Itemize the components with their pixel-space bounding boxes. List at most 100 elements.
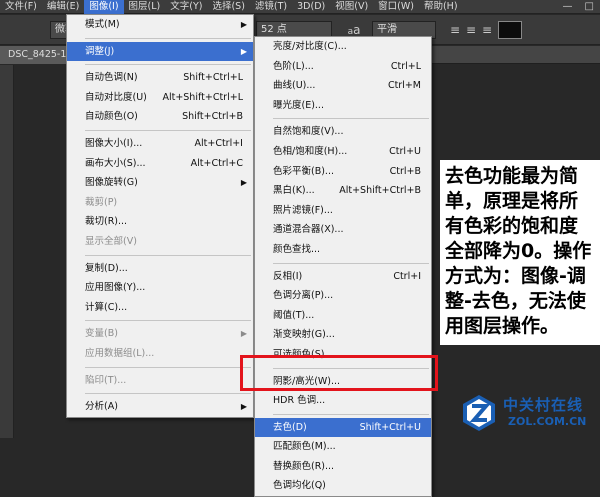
menu-item: 变量(B) ▶ xyxy=(67,324,253,344)
menu-item-shortcut: Ctrl+L xyxy=(390,60,421,72)
menu-item[interactable]: 模式(M) ▶ xyxy=(67,15,253,35)
menu-item-shortcut: Ctrl+I xyxy=(393,270,421,282)
submenu-arrow-icon: ▶ xyxy=(240,329,247,339)
menu-0[interactable]: 文件(F) xyxy=(0,0,42,14)
submenu-arrow-icon: ▶ xyxy=(240,46,247,56)
image-menu: 模式(M) ▶ 调整(J) ▶ 自动色调(N) Shift+Ctrl+L 自动对比度(U) A… xyxy=(66,14,254,418)
menu-item-label: 图像大小(I)... xyxy=(85,137,143,149)
menu-item-label: 图像旋转(G) xyxy=(85,177,138,189)
document-tab[interactable]: DSC_8425-1 xyxy=(0,46,70,64)
menu-item-label: 分析(A) xyxy=(85,401,118,413)
menu-item[interactable]: 图像旋转(G) ▶ xyxy=(67,173,253,193)
text-color-swatch[interactable] xyxy=(498,21,522,39)
menu-item[interactable]: 色相/饱和度(H)... Ctrl+U xyxy=(255,142,431,162)
menu-item[interactable]: 色阶(L)... Ctrl+L xyxy=(255,57,431,77)
menu-item[interactable]: 自然饱和度(V)... xyxy=(255,122,431,142)
menu-7[interactable]: 3D(D) xyxy=(292,0,330,14)
menu-item-label: HDR 色调... xyxy=(273,395,326,407)
menu-item-label: 自然饱和度(V)... xyxy=(273,126,344,138)
menu-item-label: 色阶(L)... xyxy=(273,60,314,72)
tools-panel xyxy=(0,65,14,438)
menu-item-shortcut: Shift+Ctrl+L xyxy=(183,72,243,84)
menu-item[interactable]: 去色(D) Shift+Ctrl+U xyxy=(255,417,431,438)
menu-item[interactable]: 自动色调(N) Shift+Ctrl+L xyxy=(67,68,253,88)
menu-item: 显示全部(V) xyxy=(67,232,253,252)
maximize-icon[interactable]: □ xyxy=(585,0,594,14)
menu-item[interactable]: 匹配颜色(M)... xyxy=(255,437,431,457)
menu-item-label: 色调分离(P)... xyxy=(273,290,334,302)
menu-item-label: 自动颜色(O) xyxy=(85,111,138,123)
menu-item[interactable]: 亮度/对比度(C)... xyxy=(255,37,431,57)
submenu-arrow-icon: ▶ xyxy=(240,178,247,188)
menu-item-label: 曲线(U)... xyxy=(273,80,316,92)
menu-10[interactable]: 帮助(H) xyxy=(419,0,463,14)
menu-separator xyxy=(85,129,251,131)
menu-item-label: 计算(C)... xyxy=(85,301,128,313)
highlight-box xyxy=(240,355,438,391)
menu-item-label: 应用数据组(L)... xyxy=(85,347,155,359)
menu-item-label: 渐变映射(G)... xyxy=(273,329,335,341)
menu-item[interactable]: 替换颜色(R)... xyxy=(255,457,431,477)
menu-item[interactable]: 阈值(T)... xyxy=(255,306,431,326)
menu-6[interactable]: 滤镜(T) xyxy=(250,0,292,14)
menu-item[interactable]: HDR 色调... xyxy=(255,391,431,411)
menu-item[interactable]: 通道混合器(X)... xyxy=(255,220,431,240)
minimize-icon[interactable]: — xyxy=(563,0,573,14)
menu-3[interactable]: 图层(L) xyxy=(124,0,166,14)
menu-item-label: 裁剪(P) xyxy=(85,196,118,208)
menu-8[interactable]: 视图(V) xyxy=(330,0,373,14)
menu-4[interactable]: 文字(Y) xyxy=(165,0,207,14)
adjustments-submenu: 亮度/对比度(C)... 色阶(L)... Ctrl+L 曲线(U)... Ctrl+M… xyxy=(254,36,432,497)
menu-item-label: 变量(B) xyxy=(85,328,118,340)
anti-alias-value: 平滑 xyxy=(377,24,397,35)
menu-item-label: 应用图像(Y)... xyxy=(85,282,146,294)
watermark-url: ZOL.COM.CN xyxy=(508,415,587,428)
menu-item[interactable]: 黑白(K)... Alt+Shift+Ctrl+B xyxy=(255,181,431,201)
menu-item-label: 陷印(T)... xyxy=(85,374,127,386)
menu-item-shortcut: Alt+Shift+Ctrl+L xyxy=(162,91,243,103)
zol-logo-icon xyxy=(463,395,495,431)
menu-item[interactable]: 自动颜色(O) Shift+Ctrl+B xyxy=(67,107,253,127)
menu-bar: 文件(F) 编辑(E) 图像(I) 图层(L) 文字(Y) 选择(S) 滤镜(T) 3D(D)… xyxy=(0,0,600,14)
menu-separator xyxy=(85,254,251,256)
menu-item-label: 黑白(K)... xyxy=(273,185,315,197)
menu-item-label: 通道混合器(X)... xyxy=(273,224,344,236)
menu-5[interactable]: 选择(S) xyxy=(207,0,249,14)
caption-text: 去色功能最为简单，原理是将所有色彩的饱和度全部降为0。操作方式为：图像-调整-去… xyxy=(440,160,600,345)
menu-item[interactable]: 色调均化(Q) xyxy=(255,476,431,496)
menu-item[interactable]: 复制(D)... xyxy=(67,259,253,279)
menu-item-label: 去色(D) xyxy=(273,421,307,433)
submenu-arrow-icon: ▶ xyxy=(240,20,247,29)
menu-item-label: 裁切(R)... xyxy=(85,216,128,228)
menu-item[interactable]: 自动对比度(U) Alt+Shift+Ctrl+L xyxy=(67,88,253,108)
menu-separator xyxy=(273,118,429,120)
menu-item-label: 照片滤镜(F)... xyxy=(273,204,333,216)
menu-item[interactable]: 应用图像(Y)... xyxy=(67,278,253,298)
menu-item[interactable]: 裁切(R)... xyxy=(67,212,253,232)
menu-item[interactable]: 色彩平衡(B)... Ctrl+B xyxy=(255,162,431,182)
menu-item[interactable]: 曝光度(E)... xyxy=(255,96,431,116)
menu-item[interactable]: 图像大小(I)... Alt+Ctrl+I xyxy=(67,134,253,154)
menu-item-shortcut: Alt+Ctrl+C xyxy=(190,157,243,169)
menu-item[interactable]: 渐变映射(G)... xyxy=(255,325,431,345)
menu-item[interactable]: 曲线(U)... Ctrl+M xyxy=(255,76,431,96)
menu-2[interactable]: 图像(I) xyxy=(84,0,124,14)
menu-item-label: 反相(I) xyxy=(273,270,303,282)
menu-item-shortcut: Alt+Shift+Ctrl+B xyxy=(339,185,421,197)
align-right-icon[interactable]: ≡ xyxy=(478,21,496,39)
menu-item[interactable]: 照片滤镜(F)... xyxy=(255,201,431,221)
menu-item-label: 模式(M) xyxy=(85,19,120,30)
menu-item[interactable]: 反相(I) Ctrl+I xyxy=(255,267,431,287)
menu-item[interactable]: 分析(A) ▶ xyxy=(67,397,253,417)
menu-item[interactable]: 色调分离(P)... xyxy=(255,286,431,306)
menu-item-label: 阈值(T)... xyxy=(273,309,315,321)
menu-item[interactable]: 画布大小(S)... Alt+Ctrl+C xyxy=(67,154,253,174)
menu-item[interactable]: 调整(J) ▶ xyxy=(67,41,253,62)
menu-item-label: 曝光度(E)... xyxy=(273,99,324,111)
menu-9[interactable]: 窗口(W) xyxy=(373,0,419,14)
menu-item-label: 色相/饱和度(H)... xyxy=(273,145,348,157)
menu-item[interactable]: 计算(C)... xyxy=(67,298,253,318)
menu-item[interactable]: 颜色查找... xyxy=(255,240,431,260)
menu-item-shortcut: Shift+Ctrl+U xyxy=(359,421,421,433)
menu-1[interactable]: 编辑(E) xyxy=(42,0,84,14)
